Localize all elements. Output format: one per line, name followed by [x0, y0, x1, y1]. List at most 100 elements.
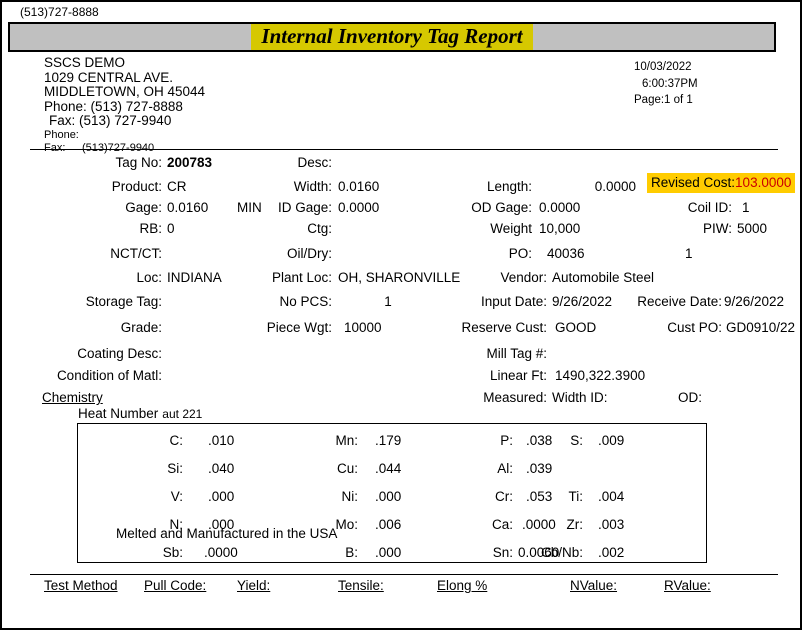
top-phone-line: (513)727-8888: [20, 5, 99, 19]
length-value: 0.0000: [536, 179, 636, 194]
inventory-tag-report-page: (513)727-8888 Internal Inventory Tag Rep…: [0, 0, 802, 630]
plant-loc-label: Plant Loc:: [217, 270, 332, 285]
report-title-bar: Internal Inventory Tag Report: [8, 22, 776, 52]
chem-value: .039: [526, 461, 606, 476]
report-time: 6:00:37PM: [634, 76, 698, 93]
company-phone-line: Phone: (513) 727-8888: [44, 100, 205, 115]
grade-label: Grade:: [42, 320, 162, 335]
heat-number-label: Heat Number: [78, 406, 158, 421]
id-gage-value: 0.0000: [338, 200, 438, 215]
secondary-fax-value: (513)727-9940: [82, 142, 154, 154]
chem-label: Mn:: [253, 433, 358, 448]
cust-po-label: Cust PO:: [612, 320, 722, 335]
chem-label: V:: [78, 489, 183, 504]
po-line-number: 1: [685, 246, 745, 261]
chem-label: Ti:: [478, 489, 583, 504]
secondary-phone-row: Phone:: [44, 129, 205, 142]
width-id-label: Width ID:: [552, 390, 632, 405]
piece-wgt-label: Piece Wgt:: [224, 320, 332, 335]
chem-label: Cb/Nb:: [478, 545, 583, 560]
footer-elong-label: Elong %: [437, 578, 487, 594]
coating-desc-label: Coating Desc:: [42, 346, 162, 361]
rb-label: RB:: [42, 221, 162, 236]
tag-no-label: Tag No:: [42, 155, 162, 170]
revised-cost-label: Revised Cost:: [651, 175, 735, 190]
chem-value: .003: [598, 517, 678, 532]
receive-date-label: Receive Date:: [622, 294, 722, 309]
chem-value: .002: [598, 545, 678, 560]
header-divider: [30, 149, 778, 150]
storage-tag-label: Storage Tag:: [42, 294, 162, 309]
secondary-fax-label: Fax:: [44, 142, 82, 155]
chem-label: C:: [78, 433, 183, 448]
no-pcs-value: 1: [338, 294, 438, 309]
po-label: PO:: [442, 246, 532, 261]
linear-ft-label: Linear Ft:: [432, 368, 547, 383]
company-info-block: SSCS DEMO 1029 CENTRAL AVE. MIDDLETOWN, …: [44, 56, 205, 155]
mill-tag-label: Mill Tag #:: [432, 346, 547, 361]
coil-id-value: 1: [742, 200, 782, 215]
ctg-label: Ctg:: [232, 221, 332, 236]
loc-label: Loc:: [42, 270, 162, 285]
chemistry-section-heading: Chemistry: [42, 390, 103, 405]
id-gage-label: ID Gage:: [212, 200, 332, 215]
chem-label: Al:: [408, 461, 513, 476]
company-address-line-2: MIDDLETOWN, OH 45044: [44, 85, 205, 100]
desc-label: Desc:: [232, 155, 332, 170]
revised-cost-value: 103.0000: [735, 175, 791, 190]
no-pcs-label: No PCS:: [232, 294, 332, 309]
oil-dry-label: Oil/Dry:: [232, 246, 332, 261]
footer-tensile-label: Tensile:: [338, 578, 384, 594]
report-date: 10/03/2022: [634, 59, 698, 76]
report-meta-block: 10/03/2022 6:00:37PM Page:1 of 1: [634, 59, 698, 109]
footer-divider: [30, 574, 778, 575]
company-address-line-1: 1029 CENTRAL AVE.: [44, 71, 205, 86]
cust-po-value: GD0910/22: [726, 320, 802, 335]
heat-number-value: aut 221: [158, 407, 202, 421]
reserve-cust-label: Reserve Cust:: [422, 320, 547, 335]
od-label: OD:: [678, 390, 738, 405]
secondary-phone-label: Phone:: [44, 129, 82, 142]
receive-date-value: 9/26/2022: [724, 294, 802, 309]
secondary-fax-row: Fax:(513)727-9940: [44, 142, 205, 155]
input-date-label: Input Date:: [432, 294, 547, 309]
measured-label: Measured:: [432, 390, 547, 405]
company-name: SSCS DEMO: [44, 56, 205, 71]
vendor-label: Vendor:: [442, 270, 547, 285]
piw-value: 5000: [737, 221, 797, 236]
chem-value: .004: [598, 489, 678, 504]
product-label: Product:: [42, 179, 162, 194]
vendor-value: Automobile Steel: [552, 270, 752, 285]
chem-label: Sb:: [78, 545, 183, 560]
width-value: 0.0160: [338, 179, 438, 194]
length-label: Length:: [442, 179, 532, 194]
company-fax-line: Fax: (513) 727-9940: [44, 114, 205, 129]
melted-manufactured-note: Melted and Manufactured in the USA: [116, 526, 337, 541]
footer-test-method-label: Test Method: [44, 578, 118, 594]
nct-ct-label: NCT/CT:: [42, 246, 162, 261]
po-value: 40036: [547, 246, 647, 261]
coil-id-label: Coil ID:: [622, 200, 732, 215]
footer-nvalue-label: NValue:: [570, 578, 617, 594]
chem-label: Zr:: [478, 517, 583, 532]
piw-label: PIW:: [622, 221, 732, 236]
condition-of-matl-label: Condition of Matl:: [32, 368, 162, 383]
chem-label: Ni:: [253, 489, 358, 504]
chem-value: .009: [598, 433, 678, 448]
od-gage-label: OD Gage:: [442, 200, 532, 215]
chem-label: S:: [478, 433, 583, 448]
footer-rvalue-label: RValue:: [664, 578, 711, 594]
footer-pull-code-label: Pull Code:: [144, 578, 206, 594]
chem-label: Cu:: [253, 461, 358, 476]
report-page-number: Page:1 of 1: [634, 92, 698, 109]
linear-ft-value: 1490,322.3900: [555, 368, 715, 383]
chem-label: B:: [253, 545, 358, 560]
revised-cost-highlight: Revised Cost:103.0000: [647, 173, 795, 193]
page-title: Internal Inventory Tag Report: [251, 24, 532, 50]
heat-number-row: Heat Numberaut 221: [78, 406, 202, 422]
chem-label: Si:: [78, 461, 183, 476]
width-label: Width:: [232, 179, 332, 194]
chemistry-table: C: .010 Mn: .179 P: .038 S: .009 Si: .04…: [77, 423, 707, 563]
footer-yield-label: Yield:: [237, 578, 270, 594]
rb-value: 0: [167, 221, 237, 236]
